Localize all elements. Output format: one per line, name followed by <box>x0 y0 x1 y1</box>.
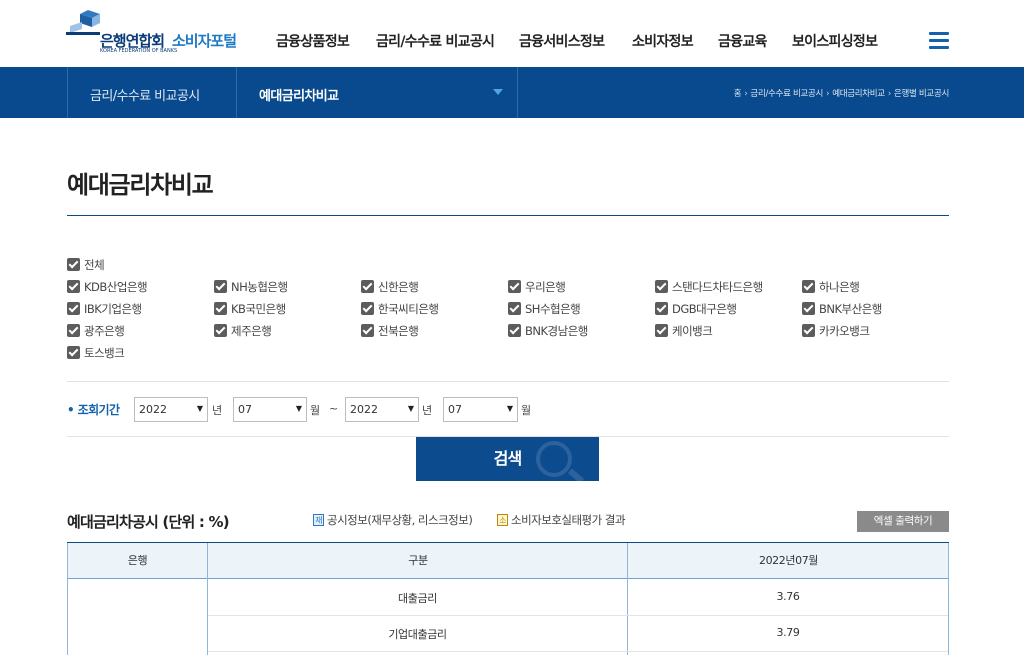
subnav-current-page[interactable]: 예대금리차비교 <box>259 85 339 104</box>
chevron-down-icon: ▼ <box>506 404 513 413</box>
year-unit: 년 <box>212 404 223 417</box>
subnav-category[interactable]: 금리/수수료 비교공시 <box>90 85 200 104</box>
section-title: 예대금리차공시 (단위 : %) <box>67 513 230 531</box>
chevron-down-icon: ▼ <box>407 404 414 413</box>
table-cell-type: 기업대출금리 <box>388 628 447 641</box>
period-label: • 조회기간 <box>67 403 120 417</box>
table-header-bank: 은행 <box>67 543 208 579</box>
nav-item-voice-phishing[interactable]: 보이스피싱정보 <box>792 31 878 51</box>
month-unit: 월 <box>310 404 321 417</box>
breadcrumb-item[interactable]: 금리/수수료 비교공시 <box>750 89 823 99</box>
checkbox-checked-icon <box>802 324 815 337</box>
logo-subtitle: KOREA FEDERATION OF BANKS <box>100 48 178 54</box>
table-cell-value: 3.76 <box>776 590 800 603</box>
logo-portal: 소비자포털 <box>172 32 237 50</box>
nav-item-consumer[interactable]: 소비자정보 <box>632 31 694 51</box>
hamburger-icon[interactable] <box>929 32 949 50</box>
chevron-down-icon: ▼ <box>196 404 203 413</box>
nav-item-rate-compare[interactable]: 금리/수수료 비교공시 <box>376 31 495 51</box>
checkbox-checked-icon <box>655 324 668 337</box>
start-year-select[interactable]: 2022 ▼ <box>134 397 208 422</box>
checkbox-checked-icon <box>508 280 521 293</box>
breadcrumb: 홈 › 금리/수수료 비교공시 › 예대금리차비교 › 은행별 비교공시 <box>733 89 950 99</box>
subnav-dropdown-arrow-icon[interactable] <box>493 89 503 95</box>
checkbox-checked-icon <box>361 280 374 293</box>
legend-consumer-protection: 소 소비자보호실태평가 결과 <box>497 512 626 528</box>
checkbox-checked-icon <box>67 346 80 359</box>
checkbox-checked-icon <box>508 324 521 337</box>
table-cell-value: 3.79 <box>776 626 800 639</box>
checkbox-checked-icon <box>67 280 80 293</box>
checkbox-checked-icon <box>67 258 80 271</box>
page-title: 예대금리차비교 <box>67 171 214 199</box>
checkbox-checked-icon <box>67 302 80 315</box>
end-month-select[interactable]: 07 ▼ <box>443 397 518 422</box>
checkbox-checked-icon <box>802 302 815 315</box>
start-month-select[interactable]: 07 ▼ <box>233 397 307 422</box>
search-button[interactable]: 검색 <box>416 437 599 481</box>
checkbox-checked-icon <box>67 324 80 337</box>
table-header-period: 2022년07월 <box>628 543 949 579</box>
end-year-select[interactable]: 2022 ▼ <box>345 397 419 422</box>
table-cell-type: 대출금리 <box>398 592 437 605</box>
chevron-down-icon: ▼ <box>295 404 302 413</box>
checkbox-checked-icon <box>655 302 668 315</box>
breadcrumb-home[interactable]: 홈 <box>734 89 742 99</box>
month-unit: 월 <box>521 404 532 417</box>
checkbox-checked-icon <box>214 302 227 315</box>
breadcrumb-current: 은행별 비교공시 <box>893 89 949 99</box>
filter-divider <box>67 381 949 382</box>
checkbox-checked-icon <box>361 324 374 337</box>
checkbox-checked-icon <box>655 280 668 293</box>
nav-item-services[interactable]: 금융서비스정보 <box>519 31 605 51</box>
consumer-tag-icon: 소 <box>497 514 508 526</box>
checkbox-checked-icon <box>214 280 227 293</box>
checkbox-checked-icon <box>361 302 374 315</box>
breadcrumb-item[interactable]: 예대금리차비교 <box>832 89 885 99</box>
legend-disclosure: 재 공시정보(재무상황, 리스크정보) <box>313 512 473 528</box>
nav-item-products[interactable]: 금융상품정보 <box>276 31 350 51</box>
disclosure-tag-icon: 재 <box>313 514 324 526</box>
table-header-type: 구분 <box>208 543 628 579</box>
excel-export-button[interactable]: 엑셀 출력하기 <box>857 511 949 532</box>
year-unit: 년 <box>422 404 433 417</box>
checkbox-checked-icon <box>802 280 815 293</box>
nav-item-education[interactable]: 금융교육 <box>718 31 767 51</box>
rate-table: 은행 구분 2022년07월 대출금리 3.76 기업대출금리 3.79 <box>67 542 949 655</box>
site-logo[interactable]: 은행연합회 KOREA FEDERATION OF BANKS 소비자포털 <box>66 10 251 56</box>
title-divider <box>67 215 949 216</box>
checkbox-checked-icon <box>508 302 521 315</box>
checkbox-checked-icon <box>214 324 227 337</box>
sub-navigation-bar: 금리/수수료 비교공시 예대금리차비교 홈 › 금리/수수료 비교공시 › 예대금리차비… <box>0 67 1024 118</box>
site-header: 은행연합회 KOREA FEDERATION OF BANKS 소비자포털 금융… <box>0 0 1024 67</box>
range-tilde: ~ <box>329 402 339 415</box>
search-icon <box>536 441 572 477</box>
